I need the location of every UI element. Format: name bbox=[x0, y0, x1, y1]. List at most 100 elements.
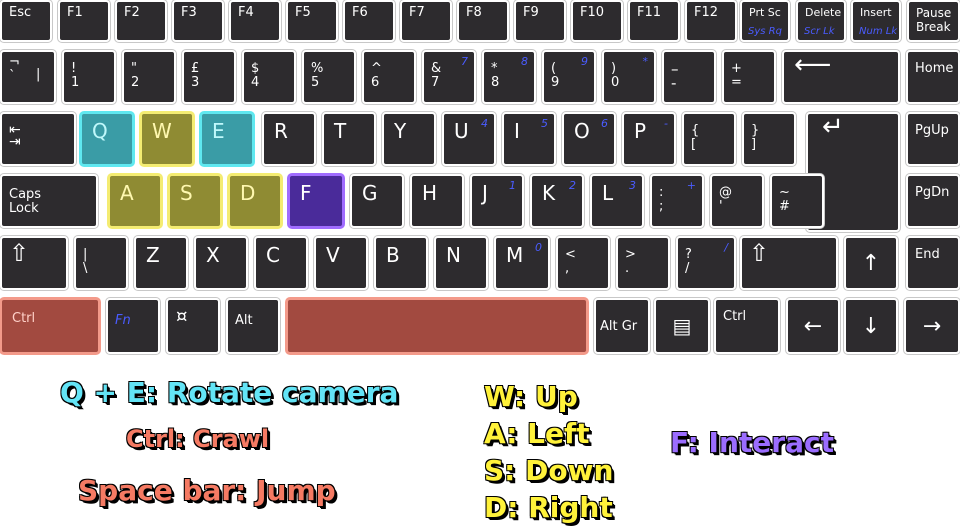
key-2[interactable]: " 2 bbox=[122, 50, 176, 104]
key-right-brace[interactable]: } ] bbox=[742, 112, 796, 166]
key-f10[interactable]: F10 bbox=[571, 0, 623, 42]
key-prtsc[interactable]: Prt Sc Sys Rq bbox=[740, 0, 790, 42]
key-left-brace[interactable]: { [ bbox=[682, 112, 736, 166]
key-t[interactable]: T bbox=[322, 112, 376, 166]
key-fn[interactable]: Fn bbox=[106, 298, 160, 354]
key-f11[interactable]: F11 bbox=[628, 0, 680, 42]
key-8[interactable]: * 88 bbox=[482, 50, 536, 104]
key-f2[interactable]: F2 bbox=[115, 0, 167, 42]
key-caps-lock[interactable]: Caps Lock bbox=[0, 174, 98, 228]
key-equals[interactable]: + = bbox=[722, 50, 776, 104]
key-w[interactable]: W bbox=[140, 112, 194, 166]
key-g[interactable]: G bbox=[350, 174, 404, 228]
key-f7[interactable]: F7 bbox=[400, 0, 452, 42]
key-backslash[interactable]: | \ bbox=[74, 236, 128, 290]
key-pause-break[interactable]: Pause Break bbox=[907, 0, 960, 42]
key-home[interactable]: Home bbox=[906, 50, 960, 104]
key-r[interactable]: R bbox=[262, 112, 316, 166]
key-j[interactable]: J1 bbox=[470, 174, 524, 228]
key-alt-gr[interactable]: Alt Gr bbox=[594, 298, 650, 354]
key-s[interactable]: S bbox=[168, 174, 222, 228]
key-space-bar[interactable] bbox=[286, 298, 588, 354]
key-7[interactable]: & 77 bbox=[422, 50, 476, 104]
key-h[interactable]: H bbox=[410, 174, 464, 228]
key-a[interactable]: A bbox=[108, 174, 162, 228]
key-0[interactable]: ) 0 * bbox=[602, 50, 656, 104]
key-6[interactable]: ^ 6 bbox=[362, 50, 416, 104]
key-u[interactable]: U4 bbox=[442, 112, 496, 166]
key-n[interactable]: N bbox=[434, 236, 488, 290]
key-esc[interactable]: Esc bbox=[0, 0, 52, 42]
key-9[interactable]: ( 99 bbox=[542, 50, 596, 104]
key-f8[interactable]: F8 bbox=[457, 0, 509, 42]
key-q[interactable]: Q bbox=[80, 112, 134, 166]
key-z[interactable]: Z bbox=[134, 236, 188, 290]
legend-up: W: Up bbox=[483, 379, 578, 413]
key-end[interactable]: End bbox=[906, 236, 960, 290]
key-f3[interactable]: F3 bbox=[172, 0, 224, 42]
key-k[interactable]: K2 bbox=[530, 174, 584, 228]
arrow-left-icon: ← bbox=[803, 313, 823, 339]
key-1[interactable]: ! 1 bbox=[62, 50, 116, 104]
key-i[interactable]: I5 bbox=[502, 112, 556, 166]
key-menu[interactable]: ▤ bbox=[654, 298, 710, 354]
legend-jump: Space bar: Jump bbox=[77, 473, 336, 507]
key-comma[interactable]: < , bbox=[556, 236, 610, 290]
legend-down: S: Down bbox=[483, 453, 614, 487]
key-f9[interactable]: F9 bbox=[514, 0, 566, 42]
key-alt[interactable]: Alt bbox=[226, 298, 280, 354]
key-y[interactable]: Y bbox=[382, 112, 436, 166]
key-d[interactable]: D bbox=[228, 174, 282, 228]
key-o[interactable]: O6 bbox=[562, 112, 616, 166]
legend-rotate-camera: Q + E: Rotate camera bbox=[59, 375, 399, 409]
legend-right: D: Right bbox=[483, 490, 613, 524]
key-pgup[interactable]: PgUp bbox=[906, 112, 960, 166]
key-b[interactable]: B bbox=[374, 236, 428, 290]
key-pgdn[interactable]: PgDn bbox=[906, 174, 960, 228]
key-quote[interactable]: @ ' bbox=[710, 174, 764, 228]
key-m[interactable]: M0 bbox=[494, 236, 550, 290]
key-backspace[interactable]: ⟵ bbox=[782, 50, 900, 104]
key-f6[interactable]: F6 bbox=[343, 0, 395, 42]
key-f4[interactable]: F4 bbox=[229, 0, 281, 42]
key-minus[interactable]: – - bbox=[662, 50, 716, 104]
key-arrow-left[interactable]: ← bbox=[786, 298, 840, 354]
key-slash[interactable]: ? / / bbox=[676, 236, 736, 290]
key-left-ctrl[interactable]: Ctrl bbox=[0, 298, 100, 354]
key-c[interactable]: C bbox=[254, 236, 308, 290]
key-p[interactable]: P- bbox=[622, 112, 676, 166]
key-arrow-down[interactable]: ↓ bbox=[844, 298, 898, 354]
menu-icon: ▤ bbox=[672, 314, 692, 338]
key-v[interactable]: V bbox=[314, 236, 368, 290]
key-3[interactable]: £ 3 bbox=[182, 50, 236, 104]
key-period[interactable]: > . bbox=[616, 236, 670, 290]
key-hash[interactable]: ~ # bbox=[770, 174, 824, 228]
arrow-right-icon: → bbox=[922, 313, 942, 339]
key-f[interactable]: F bbox=[288, 174, 344, 228]
key-x[interactable]: X bbox=[194, 236, 248, 290]
key-e[interactable]: E bbox=[200, 112, 254, 166]
legend-crawl: Ctrl: Crawl bbox=[125, 424, 270, 453]
key-5[interactable]: % 5 bbox=[302, 50, 356, 104]
key-right-shift[interactable]: ⇧ bbox=[740, 236, 838, 290]
key-left-shift[interactable]: ⇧ bbox=[0, 236, 68, 290]
key-f5[interactable]: F5 bbox=[286, 0, 338, 42]
key-right-ctrl[interactable]: Ctrl bbox=[714, 298, 780, 354]
arrow-down-icon: ↓ bbox=[861, 313, 881, 339]
key-backtick[interactable]: ¬ ` | bbox=[0, 50, 56, 104]
legend-interact: F: Interact bbox=[669, 425, 834, 459]
windows-icon: ¤ bbox=[176, 306, 188, 327]
key-delete[interactable]: Delete Scr Lk bbox=[796, 0, 846, 42]
key-arrow-up[interactable]: ↑ bbox=[844, 236, 898, 290]
key-f1[interactable]: F1 bbox=[58, 0, 110, 42]
key-arrow-right[interactable]: → bbox=[904, 298, 960, 354]
key-l[interactable]: L3 bbox=[590, 174, 644, 228]
keyboard: Esc F1 F2 F3 F4 F5 F6 F7 F8 F9 F10 F11 F… bbox=[0, 0, 960, 360]
key-4[interactable]: $ 4 bbox=[242, 50, 296, 104]
key-insert[interactable]: Insert Num Lk bbox=[851, 0, 901, 42]
legend-left: A: Left bbox=[483, 416, 590, 450]
key-tab[interactable]: ⇤ ⇥ bbox=[0, 112, 76, 166]
key-semicolon[interactable]: : ; + bbox=[650, 174, 704, 228]
key-f12[interactable]: F12 bbox=[685, 0, 737, 42]
key-windows[interactable]: ¤ bbox=[166, 298, 220, 354]
